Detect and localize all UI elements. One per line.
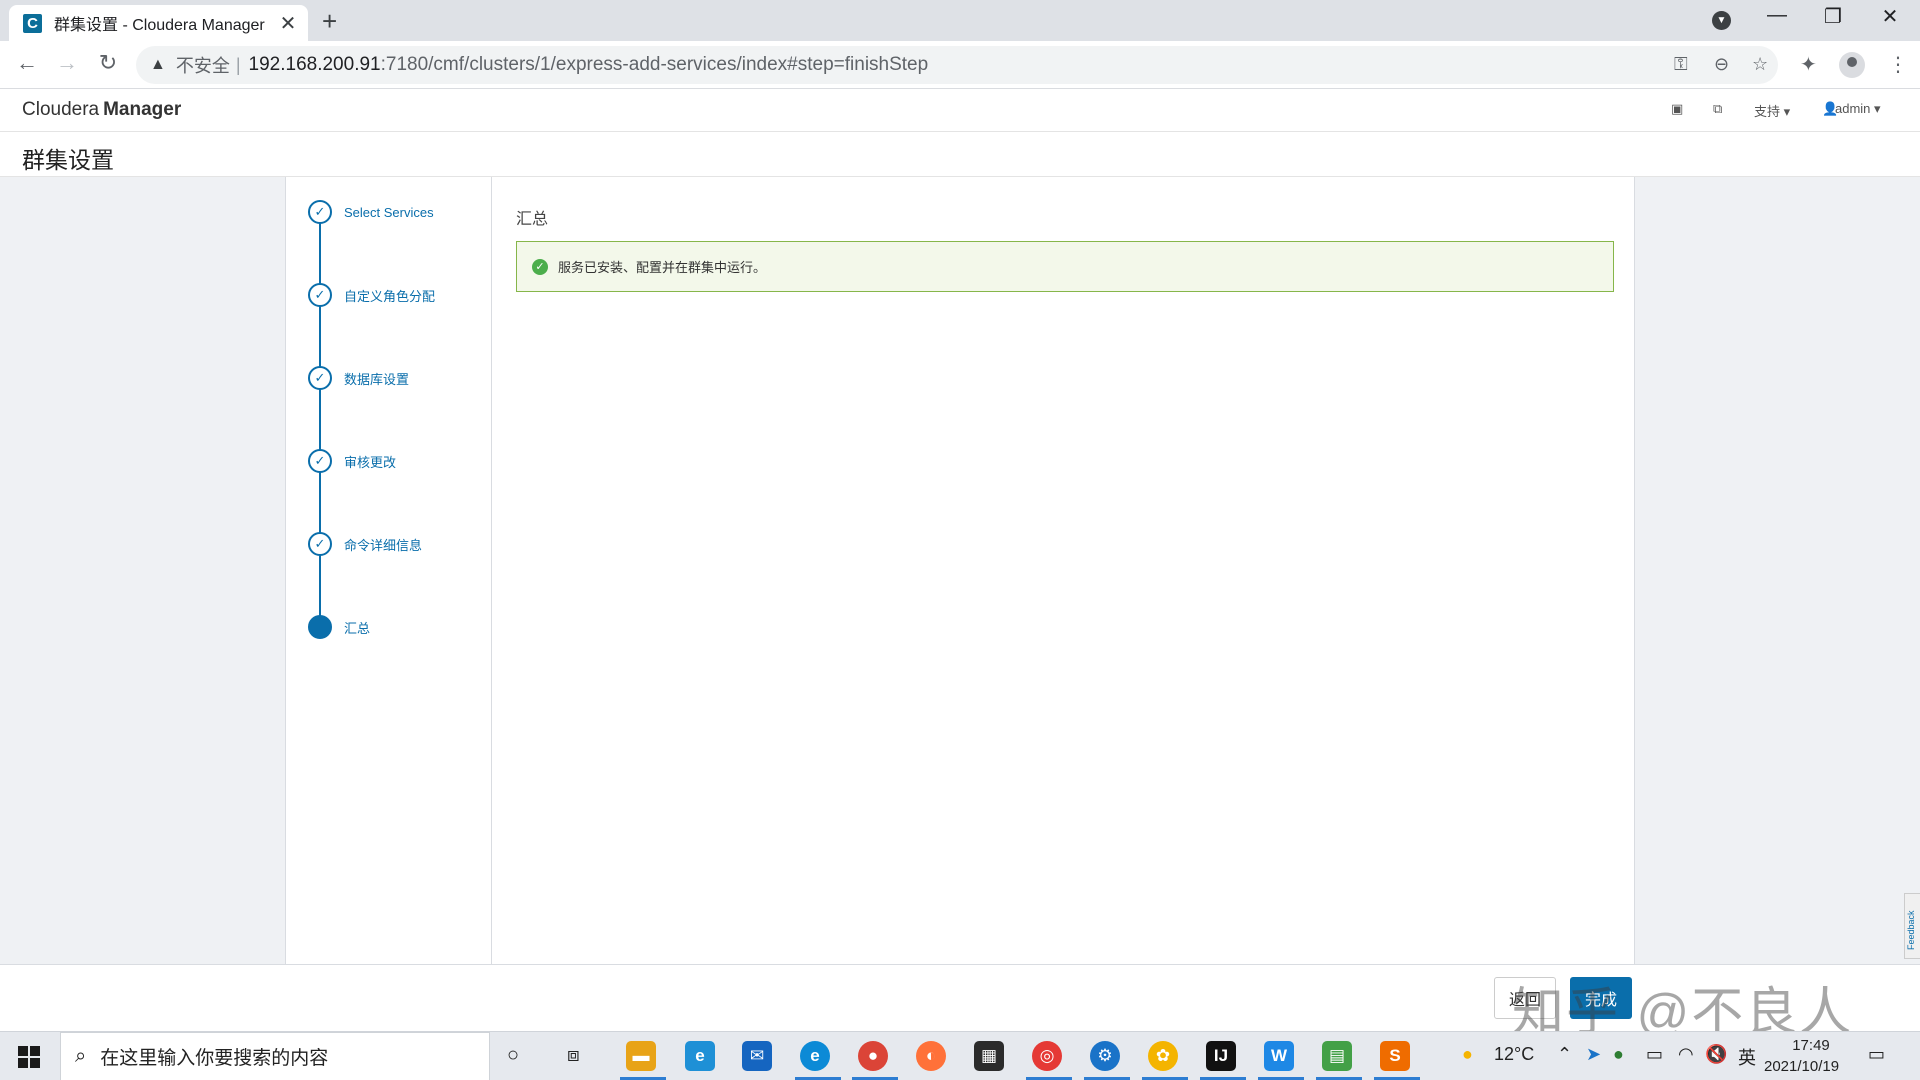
file-explorer-icon[interactable]: ▬	[626, 1041, 656, 1071]
browser-tab-active[interactable]: C 群集设置 - Cloudera Manager ✕	[9, 5, 308, 41]
wizard-step[interactable]: ✓ 自定义角色分配	[308, 283, 435, 307]
feedback-tab[interactable]: Feedback	[1904, 893, 1920, 959]
windows-taskbar: ⌕ 在这里输入你要搜索的内容 ○ ⧈ ▬ e ✉ e ● ◐ ▦ ◎ ⚙ ✿ I…	[0, 1031, 1920, 1080]
active-step-dot-icon	[308, 615, 332, 639]
url-path[interactable]: :7180/cmf/clusters/1/express-add-service…	[381, 54, 929, 76]
check-icon: ✓	[308, 366, 332, 390]
wizard-step[interactable]: ✓ 数据库设置	[308, 366, 409, 390]
url-host[interactable]: 192.168.200.91	[249, 54, 381, 76]
clock-date[interactable]: 2021/10/19	[1764, 1058, 1839, 1075]
wizard-panel: ✓ Select Services ✓ 自定义角色分配 ✓ 数据库设置 ✓ 审核…	[285, 177, 1635, 964]
warning-icon[interactable]: ▲	[150, 56, 166, 74]
store-icon[interactable]: ▦	[974, 1041, 1004, 1071]
page-title: 群集设置	[22, 147, 114, 173]
step-label: Select Services	[344, 204, 434, 220]
profile-avatar[interactable]	[1839, 52, 1865, 78]
tab-close-icon[interactable]: ✕	[278, 11, 298, 36]
page-title-bar: 群集设置	[0, 132, 1920, 177]
wps-writer-icon[interactable]: W	[1264, 1041, 1294, 1071]
cortana-icon[interactable]: ○	[507, 1044, 519, 1067]
colorful-app-icon[interactable]: ✿	[1148, 1041, 1178, 1071]
step-label: 审核更改	[344, 454, 397, 470]
address-bar[interactable]: ▲ 不安全 | 192.168.200.91 :7180/cmf/cluster…	[136, 46, 1778, 84]
tray-expand-icon[interactable]: ⌃	[1557, 1044, 1572, 1065]
search-placeholder: 在这里输入你要搜索的内容	[100, 1048, 329, 1069]
tab-title: 群集设置 - Cloudera Manager	[54, 17, 265, 34]
section-title: 汇总	[516, 211, 549, 228]
task-view-icon[interactable]: ⧈	[567, 1044, 580, 1067]
browser-tabstrip: C 群集设置 - Cloudera Manager ✕ + ▼ — ❐ ✕	[0, 0, 1920, 41]
admin-user-menu[interactable]: admin ▾	[1835, 101, 1881, 117]
check-icon: ✓	[308, 532, 332, 556]
weather-sun-icon[interactable]: ●	[1462, 1044, 1473, 1065]
windows-start-icon[interactable]	[18, 1046, 40, 1068]
tab-search-icon[interactable]: ▼	[1712, 11, 1731, 30]
taskbar-search[interactable]: ⌕ 在这里输入你要搜索的内容	[60, 1032, 490, 1080]
reload-icon[interactable]: ↻	[93, 50, 123, 76]
brand-manager: Manager	[103, 99, 182, 120]
browser-toolbar: ← → ↻ ▲ 不安全 | 192.168.200.91 :7180/cmf/c…	[0, 41, 1920, 89]
alert-message: 服务已安装、配置并在群集中运行。	[558, 260, 767, 275]
support-menu[interactable]: 支持 ▾	[1754, 101, 1790, 120]
window-close-icon[interactable]: ✕	[1870, 4, 1910, 29]
cloudera-favicon-icon: C	[23, 13, 42, 33]
key-icon[interactable]: ⚿	[1674, 54, 1688, 75]
omnibox-separator: |	[235, 54, 241, 75]
clock-time[interactable]: 17:49	[1786, 1037, 1836, 1054]
mail-icon[interactable]: ✉	[742, 1041, 772, 1071]
search-icon: ⌕	[75, 1045, 87, 1067]
app-header: Cloudera Manager ▣ ⧉ 支持 ▾ 👤 admin ▾	[0, 89, 1920, 132]
app-swirl-icon[interactable]: ◎	[1032, 1041, 1062, 1071]
more-menu-icon[interactable]: ⋮	[1888, 52, 1908, 77]
volume-muted-icon[interactable]: 🔇	[1705, 1044, 1727, 1065]
wechat-icon[interactable]: ●	[1613, 1044, 1624, 1065]
step-label: 数据库设置	[344, 371, 410, 387]
chrome-icon[interactable]: ●	[858, 1041, 888, 1071]
step-label: 汇总	[344, 620, 371, 636]
new-tab-button[interactable]: +	[322, 6, 337, 37]
insecure-label[interactable]: 不安全	[176, 52, 230, 78]
feedback-label: Feedback	[1906, 910, 1916, 950]
steps-connector-line	[319, 212, 321, 627]
edge-icon[interactable]: e	[800, 1041, 830, 1071]
step-label: 命令详细信息	[344, 537, 423, 553]
wizard-step-active[interactable]: 汇总	[308, 615, 370, 639]
check-icon: ✓	[308, 283, 332, 307]
running-commands-icon[interactable]: ⧉	[1713, 101, 1722, 117]
wizard-step[interactable]: ✓ Select Services	[308, 200, 434, 224]
check-icon: ✓	[308, 200, 332, 224]
forward-arrow-icon[interactable]: →	[52, 50, 82, 76]
battery-icon[interactable]: ▭	[1646, 1044, 1663, 1065]
content-area: ✓ Select Services ✓ 自定义角色分配 ✓ 数据库设置 ✓ 审核…	[0, 177, 1920, 964]
check-icon: ✓	[308, 449, 332, 473]
parcel-gift-icon[interactable]: ▣	[1671, 101, 1683, 117]
wizard-step[interactable]: ✓ 命令详细信息	[308, 532, 422, 556]
weather-temp[interactable]: 12°C	[1494, 1044, 1534, 1065]
restore-icon[interactable]: ❐	[1813, 4, 1853, 29]
minimize-icon[interactable]: —	[1757, 4, 1797, 27]
ie-icon[interactable]: e	[685, 1041, 715, 1071]
extensions-puzzle-icon[interactable]: ✦	[1800, 52, 1817, 77]
notification-icon[interactable]: ▭	[1868, 1044, 1885, 1065]
success-check-icon: ✓	[532, 258, 548, 275]
zoom-icon[interactable]: ⊖	[1714, 54, 1729, 75]
brand-cloudera: Cloudera	[22, 99, 100, 120]
back-arrow-icon[interactable]: ←	[12, 50, 42, 76]
ime-indicator[interactable]: 英	[1738, 1044, 1756, 1070]
wizard-step[interactable]: ✓ 审核更改	[308, 449, 396, 473]
sublime-icon[interactable]: S	[1380, 1041, 1410, 1071]
cloudera-manager-logo[interactable]: Cloudera Manager	[22, 99, 181, 121]
firefox-icon[interactable]: ◐	[916, 1041, 946, 1071]
network-icon[interactable]: ◠	[1678, 1044, 1694, 1065]
success-alert: ✓ 服务已安装、配置并在群集中运行。	[516, 241, 1614, 292]
bookmark-star-icon[interactable]: ☆	[1752, 54, 1768, 75]
spreadsheet-icon[interactable]: ▤	[1322, 1041, 1352, 1071]
tray-send-icon[interactable]: ➤	[1586, 1044, 1601, 1065]
settings-gear-app-icon[interactable]: ⚙	[1090, 1041, 1120, 1071]
intellij-icon[interactable]: IJ	[1206, 1041, 1236, 1071]
wizard-steps: ✓ Select Services ✓ 自定义角色分配 ✓ 数据库设置 ✓ 审核…	[286, 177, 492, 964]
step-label: 自定义角色分配	[344, 288, 436, 304]
